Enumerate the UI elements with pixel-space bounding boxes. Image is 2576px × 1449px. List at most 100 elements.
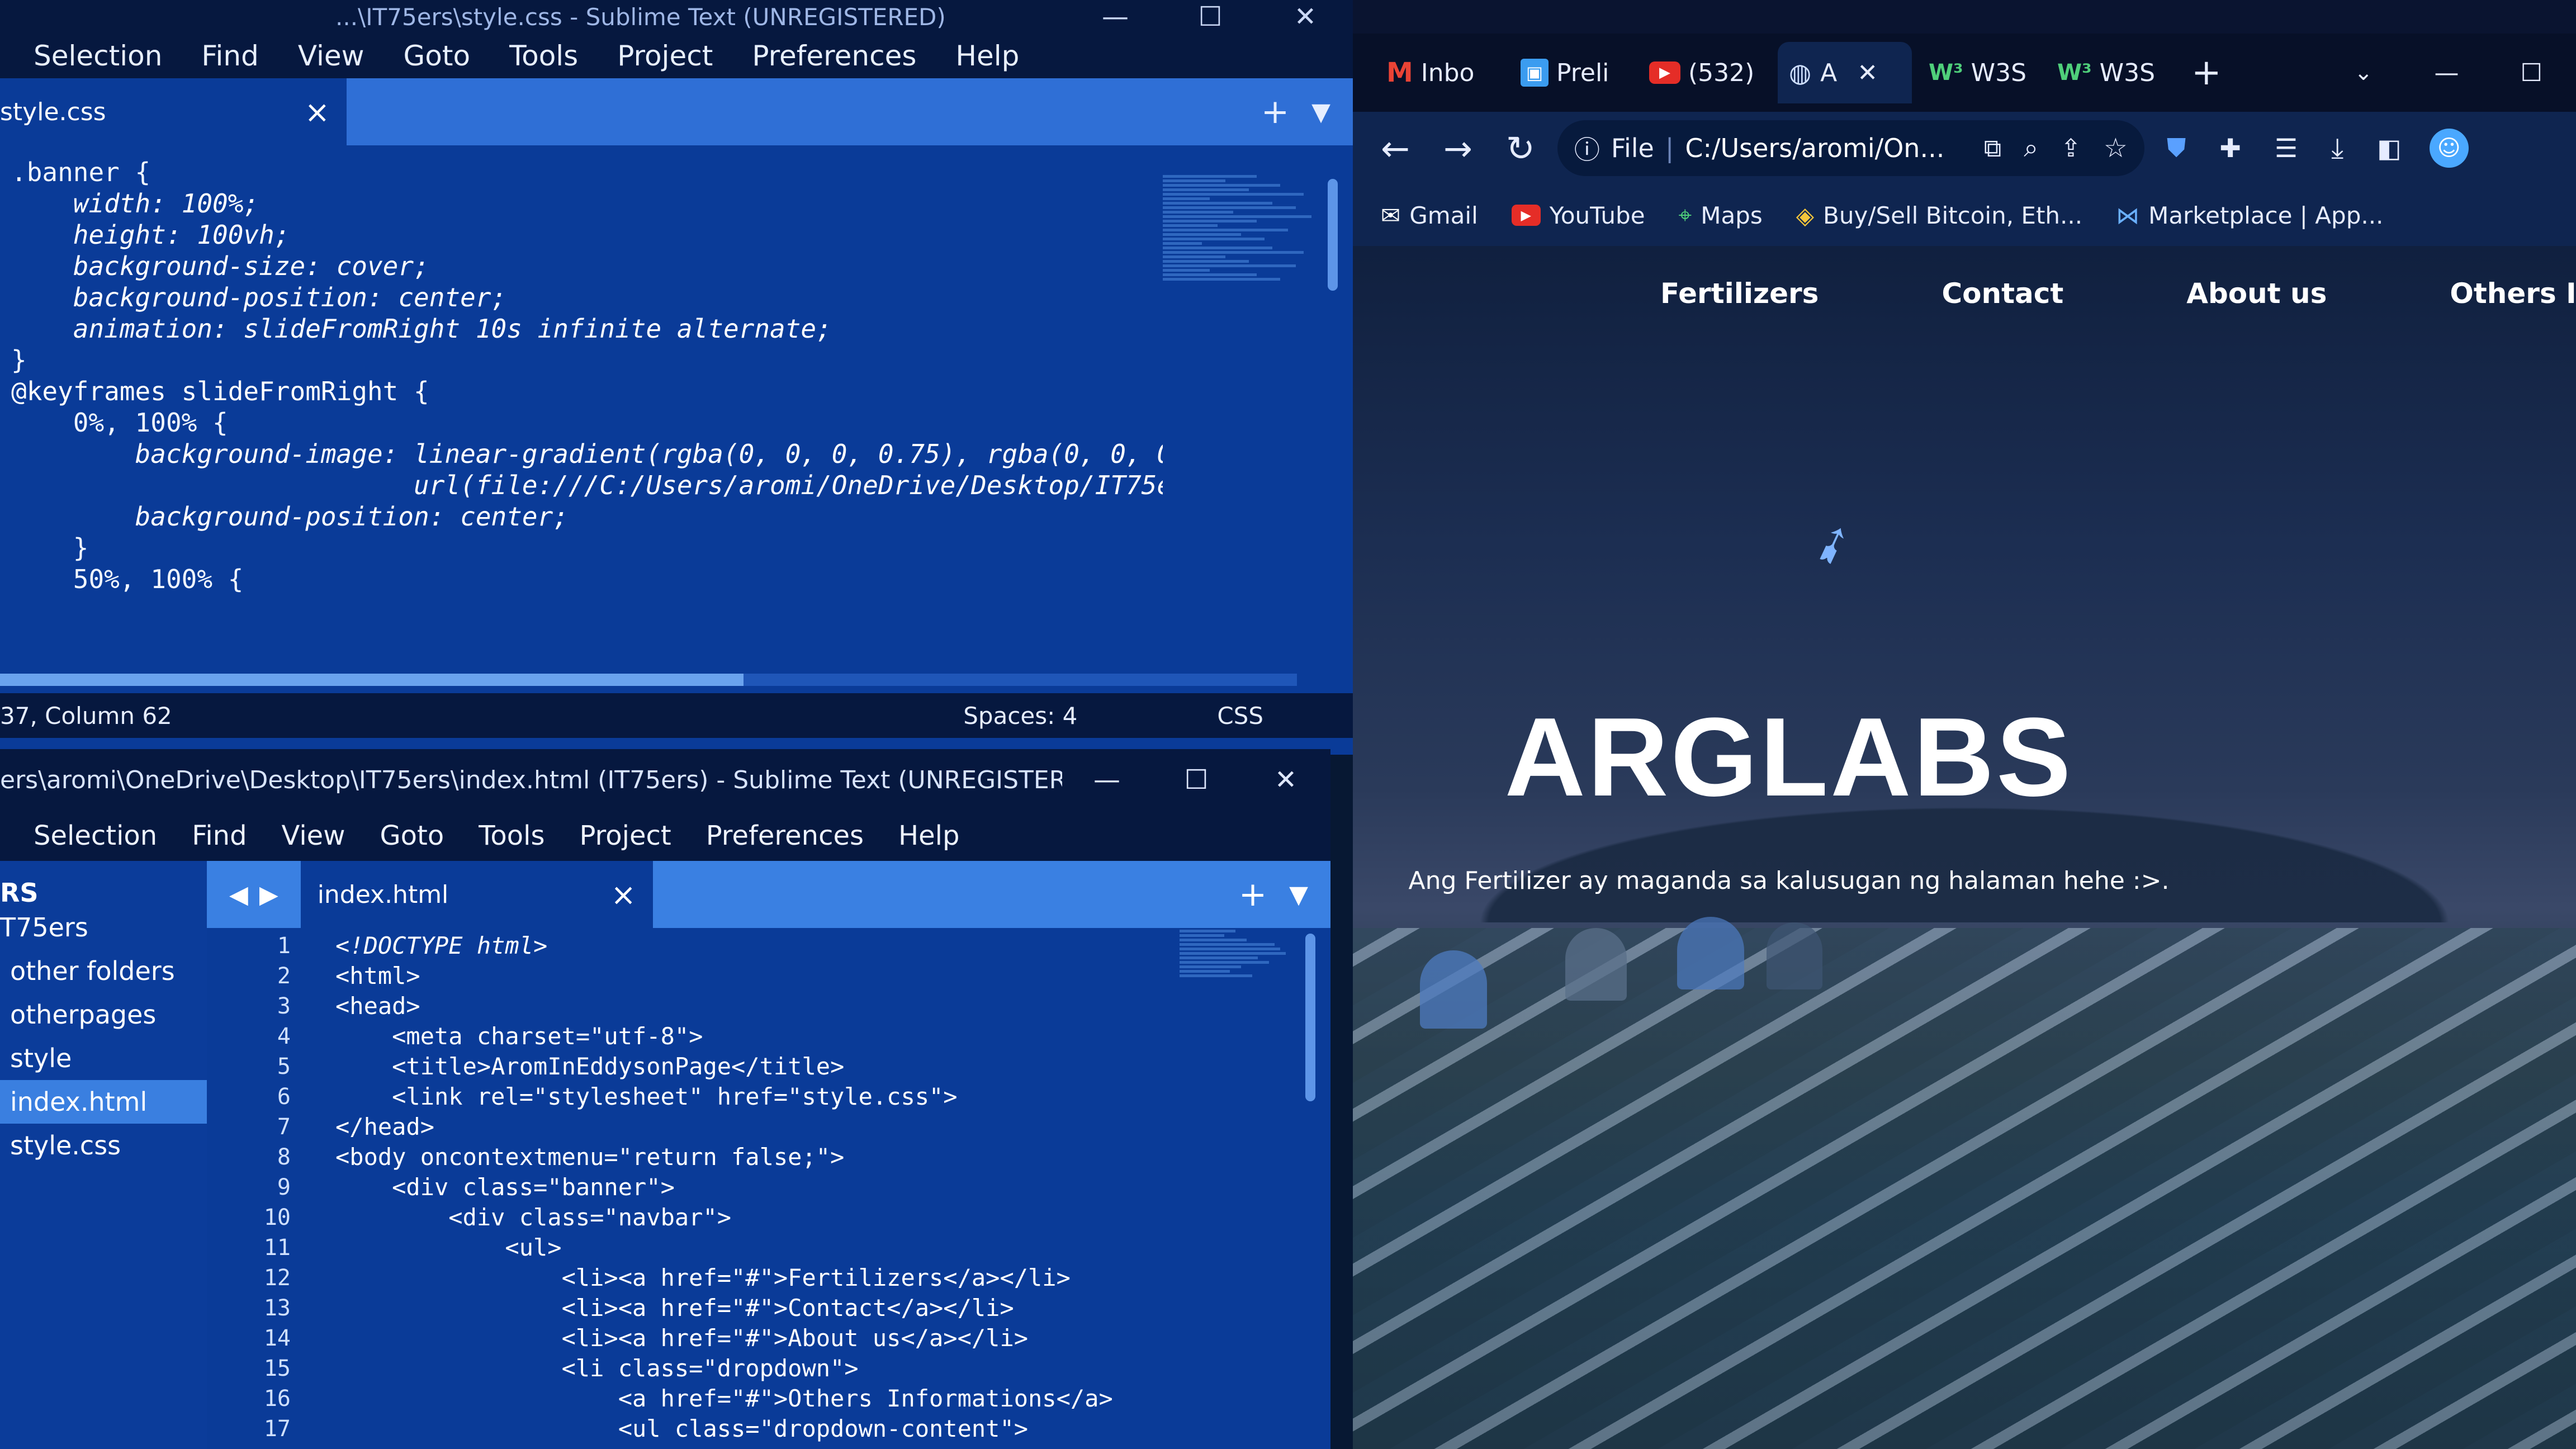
window-titlebar[interactable]: ...\IT75ers\style.css - Sublime Text (UN… (0, 0, 1353, 34)
new-tab-button[interactable]: + (2191, 52, 2222, 93)
menu-project[interactable]: Project (617, 40, 713, 72)
scrollbar-thumb[interactable] (0, 674, 744, 686)
browser-tab[interactable]: ▣ Preli (1521, 59, 1649, 87)
share-icon[interactable]: ⇪ (2061, 134, 2081, 163)
sidebar-item-project[interactable]: T75ers (0, 906, 207, 949)
vertical-scrollbar[interactable] (1305, 934, 1315, 1101)
maximize-button[interactable]: ☐ (1152, 764, 1241, 795)
back-icon[interactable]: ← (1381, 128, 1410, 169)
minimize-button[interactable]: — (1068, 1, 1163, 32)
window-titlebar[interactable]: ers\aromi\OneDrive\Desktop\IT75ers\index… (0, 749, 1330, 811)
menu-help[interactable]: Help (898, 820, 959, 851)
side-panel-icon[interactable]: ◧ (2377, 133, 2401, 163)
sidebar-header: RS (0, 878, 39, 908)
nav-link-about-us[interactable]: About us (2186, 277, 2327, 310)
code-line: <head> (335, 992, 420, 1020)
bookmark-marketplace[interactable]: ⋈ Marketplace | App... (2116, 202, 2383, 229)
tab-close-icon[interactable]: × (305, 94, 330, 130)
sidebar-item-other-folders[interactable]: other folders (0, 949, 207, 993)
minimize-button[interactable]: — (1062, 764, 1152, 795)
info-icon[interactable]: ⓘ (1574, 130, 1600, 167)
code-line: <li><a href="#">Fertilizers</a></li> (335, 1264, 1071, 1291)
tab-search-icon[interactable]: ⌄ (2354, 60, 2373, 86)
bookmark-binance[interactable]: ◈ Buy/Sell Bitcoin, Eth... (1796, 202, 2082, 229)
contact-icon: ▣ (1521, 59, 1549, 87)
extensions-icon[interactable]: ✚ (2219, 133, 2241, 163)
browser-tab-label: Inbo (1420, 58, 1475, 87)
code-editor[interactable]: <!DOCTYPE html> <html> <head> <meta char… (335, 931, 1163, 1449)
menu-view[interactable]: View (298, 40, 364, 72)
browser-tab[interactable]: W³ W3S (2057, 59, 2186, 87)
menu-goto[interactable]: Goto (404, 40, 471, 72)
tab-style-css[interactable]: style.css × (0, 78, 347, 145)
sidebar-item-otherpages[interactable]: otherpages (0, 993, 207, 1036)
menu-preferences[interactable]: Preferences (706, 820, 864, 851)
bookmark-label: Gmail (1409, 201, 1478, 229)
indentation-setting[interactable]: Spaces: 4 (963, 702, 1077, 730)
maximize-button[interactable]: ☐ (2521, 59, 2542, 87)
menu-project[interactable]: Project (579, 820, 671, 851)
nav-link-contact[interactable]: Contact (1942, 277, 2063, 310)
code-line: <html> (335, 962, 420, 989)
maximize-button[interactable]: ☐ (1163, 1, 1258, 32)
menu-selection[interactable]: Selection (34, 40, 162, 72)
menu-tools[interactable]: Tools (509, 40, 578, 72)
tab-dropdown-icon[interactable]: ▼ (1311, 98, 1330, 126)
sidebar-item-style-css[interactable]: style.css (0, 1124, 207, 1167)
bookmark-gmail[interactable]: ✉ Gmail (1381, 202, 1478, 229)
reading-list-icon[interactable]: ☰ (2275, 133, 2298, 163)
hero-title: ARGLABS (1504, 695, 2073, 820)
horizontal-scrollbar[interactable] (0, 674, 1297, 686)
browser-tab-label: Preli (1556, 58, 1609, 87)
browser-tab[interactable]: M Inbo (1386, 57, 1521, 88)
farmers-silhouettes (1398, 917, 1845, 1062)
menu-preferences[interactable]: Preferences (752, 40, 916, 72)
tab-close-icon[interactable]: × (610, 877, 636, 912)
zoom-icon[interactable]: ⌕ (2024, 132, 2038, 164)
menu-find[interactable]: Find (201, 40, 258, 72)
tab-back-icon[interactable]: ◀ (229, 880, 248, 909)
tab-close-icon[interactable]: ✕ (1857, 59, 1878, 87)
new-tab-icon[interactable]: + (1261, 92, 1289, 131)
bookmark-maps[interactable]: ⌖ Maps (1679, 201, 1763, 229)
minimap[interactable] (1163, 173, 1319, 665)
reload-icon[interactable]: ↻ (1506, 128, 1535, 169)
browser-tab[interactable]: ▶ (532) (1649, 59, 1778, 87)
code-line: </head> (335, 1113, 435, 1140)
code-line: <li class="dropdown"> (335, 1355, 859, 1382)
download-icon[interactable]: ⤓ (2331, 132, 2343, 165)
minimize-button[interactable]: — (2435, 59, 2459, 87)
vertical-scrollbar[interactable] (1328, 179, 1338, 291)
syntax-mode[interactable]: CSS (1217, 702, 1263, 730)
tab-dropdown-icon[interactable]: ▼ (1289, 880, 1308, 909)
menu-help[interactable]: Help (955, 40, 1019, 72)
browser-tab-active[interactable]: ◍ A ✕ (1778, 42, 1912, 103)
sidebar-item-index-html[interactable]: index.html (0, 1080, 207, 1124)
forward-icon[interactable]: → (1443, 128, 1472, 169)
minimap[interactable] (1180, 928, 1291, 1263)
menu-tools[interactable]: Tools (479, 820, 544, 851)
bookmark-youtube[interactable]: ▶ YouTube (1511, 202, 1645, 229)
code-editor[interactable]: .banner { width: 100%; height: 100vh; ba… (0, 157, 1163, 660)
close-button[interactable]: ✕ (1258, 1, 1353, 32)
translate-icon[interactable]: ⧉ (1984, 134, 2001, 163)
window-title: ers\aromi\OneDrive\Desktop\IT75ers\index… (0, 765, 1062, 794)
menu-selection[interactable]: Selection (34, 820, 157, 851)
tab-forward-icon[interactable]: ▶ (259, 880, 278, 909)
menu-view[interactable]: View (282, 820, 345, 851)
shield-icon[interactable]: ⛊ (2167, 132, 2186, 164)
nav-link-others-informations[interactable]: Others Informations (2450, 277, 2576, 310)
tab-index-html[interactable]: index.html × (300, 861, 653, 928)
profile-avatar[interactable]: ☺ (2429, 129, 2469, 168)
address-bar[interactable]: ⓘ File | C:/Users/aromi/On... ⧉ ⌕ ⇪ ☆ (1557, 120, 2144, 176)
sublime-window-style-css: ...\IT75ers\style.css - Sublime Text (UN… (0, 0, 1353, 755)
new-tab-icon[interactable]: + (1239, 875, 1267, 914)
bookmark-star-icon[interactable]: ☆ (2104, 132, 2128, 164)
menu-goto[interactable]: Goto (380, 820, 444, 851)
menu-find[interactable]: Find (192, 820, 247, 851)
sidebar-item-style[interactable]: style (0, 1036, 207, 1080)
browser-tab[interactable]: W³ W3S (1929, 59, 2057, 87)
nav-link-fertilizers[interactable]: Fertilizers (1660, 277, 1819, 310)
globe-icon: ◍ (1789, 58, 1812, 88)
close-button[interactable]: ✕ (1241, 764, 1330, 795)
